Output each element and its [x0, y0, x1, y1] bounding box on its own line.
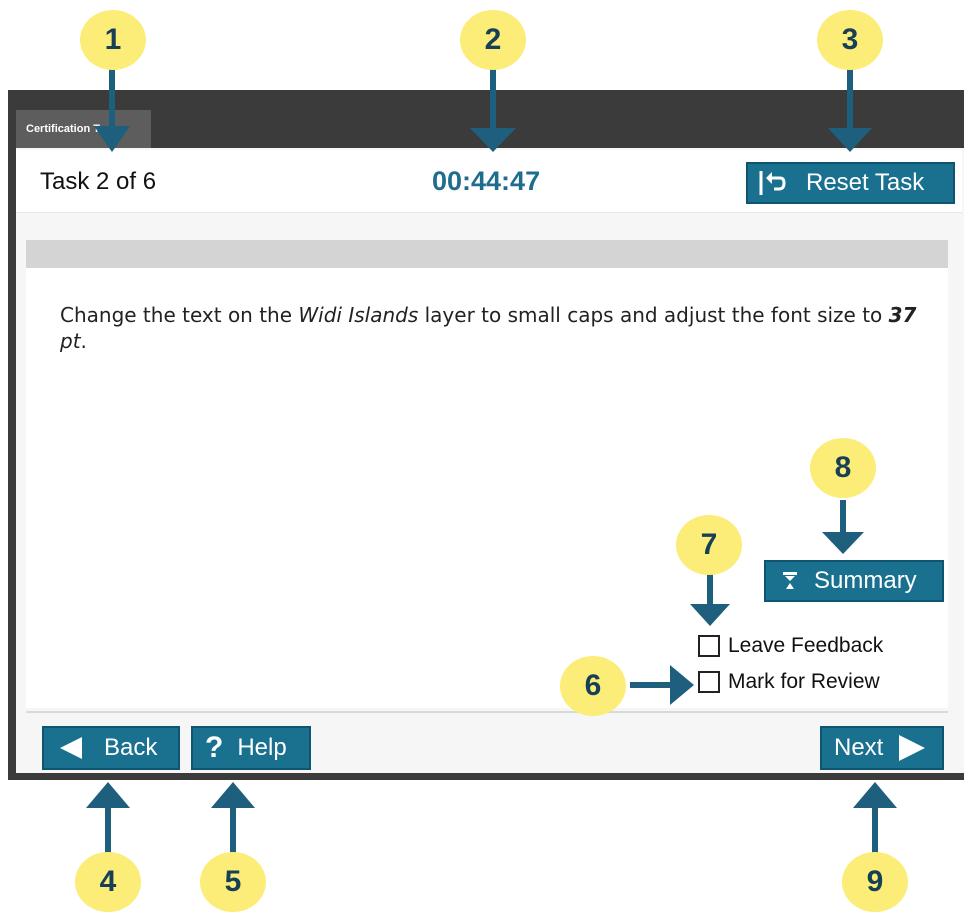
callout-9: 9 [842, 852, 908, 912]
callout-7: 7 [676, 515, 742, 575]
callout-1: 1 [80, 10, 146, 70]
callout-3: 3 [817, 10, 883, 70]
callout-5: 5 [200, 852, 266, 912]
callout-2: 2 [460, 10, 526, 70]
callout-8: 8 [810, 438, 876, 498]
callout-6: 6 [560, 656, 626, 716]
callout-4: 4 [75, 852, 141, 912]
